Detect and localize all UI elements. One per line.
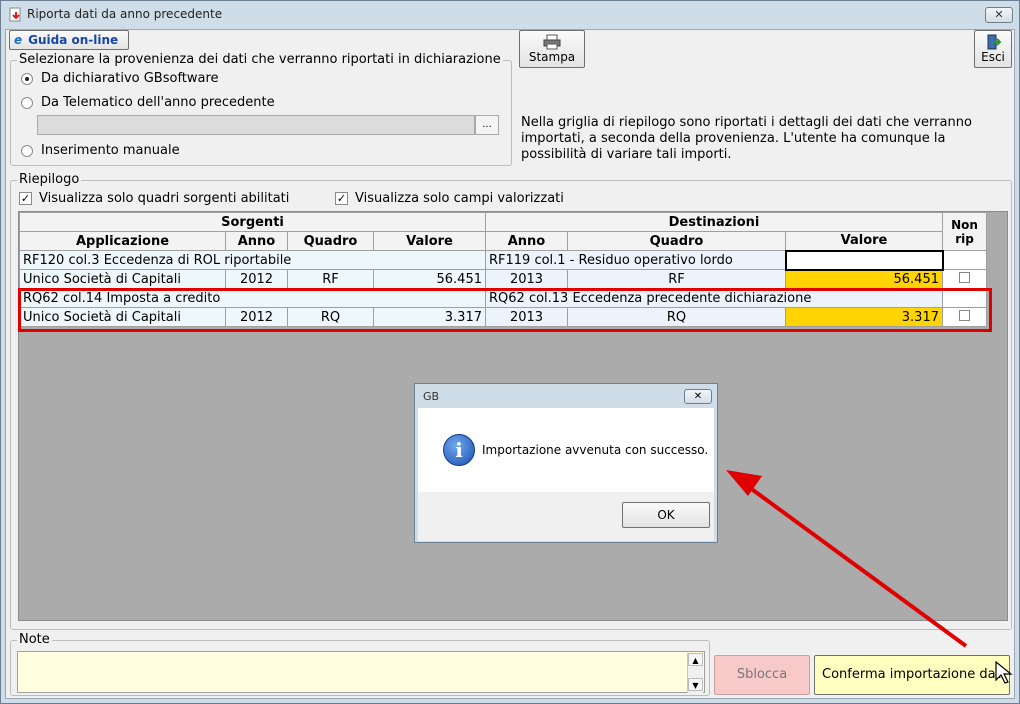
printer-icon <box>543 34 561 50</box>
window-title: Riporta dati da anno precedente <box>27 7 223 21</box>
col-header-dst-valore: Valore <box>785 231 943 251</box>
col-header-src-quadro: Quadro <box>287 231 374 251</box>
radio-telematico[interactable]: Da Telematico dell'anno precedente <box>21 95 275 110</box>
col-header-src-valore: Valore <box>373 231 486 251</box>
ie-icon: e <box>14 33 23 47</box>
check-label: Visualizza solo quadri sorgenti abilitat… <box>39 191 290 206</box>
mouse-cursor-icon <box>995 660 1013 684</box>
table-row[interactable]: RF120 col.3 Eccedenza di ROL riportabile… <box>19 249 987 271</box>
check-label: Visualizza solo campi valorizzati <box>355 191 564 206</box>
radio-manuale[interactable]: Inserimento manuale <box>21 143 180 158</box>
title-bar: Riporta dati da anno precedente ✕ <box>1 1 1019 29</box>
note-textarea[interactable] <box>17 651 705 693</box>
guida-online-button[interactable]: e Guida on-line <box>9 30 129 50</box>
radio-label: Da Telematico dell'anno precedente <box>41 95 275 110</box>
dialog-body: i Importazione avvenuta con successo. <box>418 408 714 492</box>
col-header-src-anno: Anno <box>225 231 288 251</box>
esci-button[interactable]: Esci <box>974 30 1012 68</box>
success-dialog: GB ✕ i Importazione avvenuta con success… <box>414 383 718 543</box>
info-icon: i <box>443 434 475 466</box>
cell-src-anno: 2012 <box>225 269 288 289</box>
sblocca-button[interactable]: Sblocca <box>714 655 810 695</box>
note-scrollbar[interactable]: ▲ ▼ <box>687 653 703 693</box>
radio-gbsoftware[interactable]: Da dichiarativo GBsoftware <box>21 71 219 86</box>
provenienza-legend: Selezionare la provenienza dei dati che … <box>17 52 503 67</box>
nonrip-label: Non rip <box>951 217 978 246</box>
group-header-destinazioni: Destinazioni <box>485 212 943 232</box>
col-header-nonrip: Non rip <box>942 212 987 251</box>
conferma-importazione-button[interactable]: Conferma importazione dati <box>814 655 1010 695</box>
telematico-path-field[interactable] <box>37 115 475 135</box>
main-window: Riporta dati da anno precedente ✕ e Guida… <box>0 0 1020 704</box>
window-close-button[interactable]: ✕ <box>985 7 1013 23</box>
col-header-applicazione: Applicazione <box>19 231 226 251</box>
check-campi-valorizzati[interactable]: ✓ Visualizza solo campi valorizzati <box>335 191 564 206</box>
riepilogo-legend: Riepilogo <box>17 172 82 187</box>
dst-valore-edit-cell[interactable] <box>784 249 944 271</box>
stampa-button[interactable]: Stampa <box>519 30 585 68</box>
cell-dst-anno: 2013 <box>485 269 568 289</box>
check-quadri-abilitati[interactable]: ✓ Visualizza solo quadri sorgenti abilita… <box>19 191 289 206</box>
radio-dot <box>21 144 33 157</box>
checkbox-checked-icon: ✓ <box>335 192 348 205</box>
note-legend: Note <box>17 632 52 647</box>
provenienza-group: Selezionare la provenienza dei dati che … <box>10 52 512 166</box>
checkbox-checked-icon: ✓ <box>19 192 32 205</box>
cell-dst-valore[interactable]: 56.451 <box>785 269 943 289</box>
note-group: Note ▲ ▼ <box>10 632 710 696</box>
cell-src-quadro: RF <box>287 269 374 289</box>
guida-online-label: Guida on-line <box>28 33 119 47</box>
stampa-label: Stampa <box>528 50 576 64</box>
table-row[interactable]: Unico Società di Capitali 2012 RF 56.451… <box>19 269 987 289</box>
exit-door-icon <box>987 34 1001 50</box>
ok-button[interactable]: OK <box>622 502 710 528</box>
row-src-description: RF120 col.3 Eccedenza di ROL riportabile <box>19 250 486 270</box>
cell-src-valore: 56.451 <box>373 269 486 289</box>
col-header-dst-anno: Anno <box>485 231 568 251</box>
cell-nonrip[interactable] <box>942 269 987 289</box>
cell-dst-quadro: RF <box>567 269 786 289</box>
dialog-close-button[interactable]: ✕ <box>684 389 712 404</box>
dialog-footer: OK <box>418 492 714 541</box>
empty-cell <box>942 250 987 270</box>
radio-label: Inserimento manuale <box>41 143 180 158</box>
nonrip-checkbox[interactable] <box>959 271 970 283</box>
browse-button[interactable]: ... <box>475 115 499 135</box>
dialog-title: GB <box>423 390 440 403</box>
highlight-box <box>18 288 992 332</box>
radio-dot <box>21 96 33 109</box>
app-icon <box>9 7 21 22</box>
radio-dot <box>21 72 33 85</box>
scroll-down-icon[interactable]: ▼ <box>688 678 703 691</box>
dialog-message: Importazione avvenuta con successo. <box>482 443 709 457</box>
row-dst-description: RF119 col.1 - Residuo operativo lordo <box>485 250 786 270</box>
group-header-sorgenti: Sorgenti <box>19 212 486 232</box>
scroll-up-icon[interactable]: ▲ <box>688 653 703 666</box>
col-header-dst-quadro: Quadro <box>567 231 786 251</box>
esci-label: Esci <box>981 50 1005 64</box>
client-area: e Guida on-line Stampa Esci Selezionare l… <box>5 29 1015 699</box>
cell-applicazione: Unico Società di Capitali <box>19 269 226 289</box>
info-text: Nella griglia di riepilogo sono riportat… <box>521 115 972 162</box>
radio-label: Da dichiarativo GBsoftware <box>41 71 219 86</box>
